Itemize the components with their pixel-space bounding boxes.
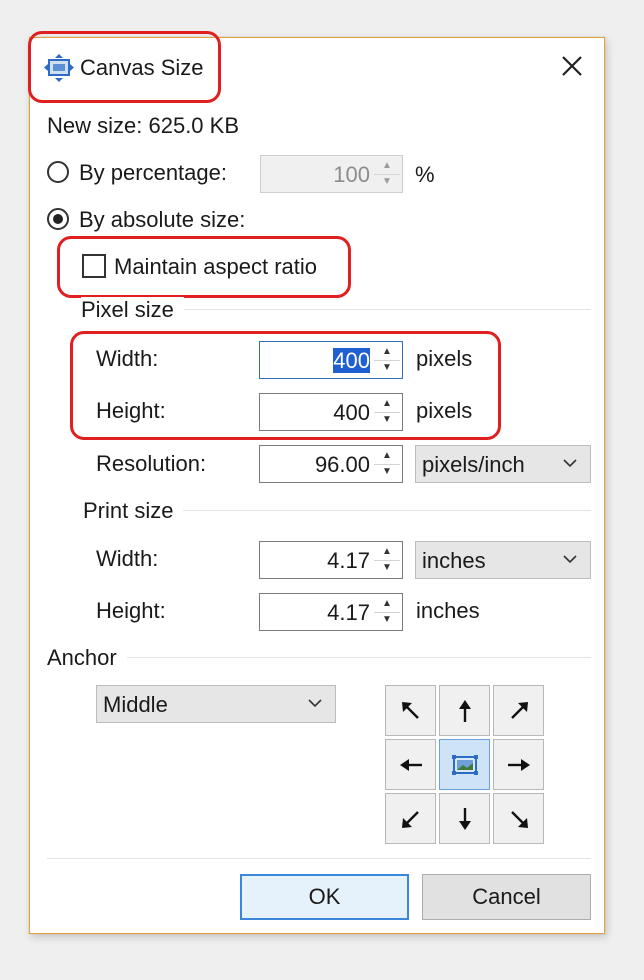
percentage-down-icon: ▼ (382, 176, 392, 187)
anchor-header: Anchor (47, 645, 127, 671)
by-percentage-radio[interactable] (47, 161, 69, 183)
print-height-down-icon[interactable]: ▼ (374, 612, 400, 628)
arrow-down-icon (459, 808, 471, 830)
resolution-down-icon[interactable]: ▼ (374, 464, 400, 480)
cancel-button[interactable]: Cancel (422, 874, 591, 920)
pixel-size-highlight (70, 331, 501, 440)
chevron-down-icon (563, 555, 577, 564)
anchor-middle[interactable] (439, 739, 490, 790)
resolution-label: Resolution: (96, 451, 207, 476)
print-width-label: Width: (96, 546, 159, 571)
resolution-value: 96.00 (314, 452, 370, 477)
new-size-text: New size: 625.0 KB (47, 113, 239, 138)
print-height-value: 4.17 (327, 600, 370, 625)
print-width-up-icon[interactable]: ▲ (374, 544, 400, 561)
print-width-unit-select[interactable]: inches (415, 541, 591, 579)
by-absolute-size-label[interactable]: By absolute size: (79, 207, 245, 233)
print-width-down-icon[interactable]: ▼ (374, 560, 400, 576)
anchor-top-right[interactable] (493, 685, 544, 736)
anchor-right[interactable] (493, 739, 544, 790)
new-size-value: 625.0 KB (148, 113, 239, 138)
anchor-bottom[interactable] (439, 793, 490, 844)
arrow-down-left-icon (402, 811, 419, 828)
arrow-right-icon (508, 759, 530, 771)
anchor-top[interactable] (439, 685, 490, 736)
print-width-input[interactable]: 4.17 ▲ ▼ (259, 541, 403, 579)
percentage-up-icon: ▲ (374, 158, 400, 175)
title-highlight (28, 31, 221, 103)
pixel-size-header: Pixel size (81, 297, 184, 323)
by-absolute-size-radio[interactable] (47, 208, 69, 230)
print-width-value: 4.17 (327, 548, 370, 573)
resolution-up-icon[interactable]: ▲ (374, 448, 400, 465)
footer-rule (47, 858, 591, 859)
arrow-up-icon (459, 700, 471, 722)
arrow-left-icon (400, 759, 422, 771)
chevron-down-icon (563, 459, 577, 468)
arrow-up-left-icon (402, 702, 419, 719)
image-icon (452, 755, 478, 775)
print-height-unit: inches (416, 598, 480, 623)
print-size-header: Print size (83, 498, 184, 524)
anchor-left[interactable] (385, 739, 436, 790)
aspect-ratio-highlight (57, 236, 351, 298)
anchor-select[interactable]: Middle (96, 685, 336, 723)
chevron-down-icon (308, 699, 322, 708)
ok-button[interactable]: OK (240, 874, 409, 920)
anchor-bottom-right[interactable] (493, 793, 544, 844)
by-percentage-label[interactable]: By percentage: (79, 160, 227, 186)
arrow-down-right-icon (511, 811, 528, 828)
resolution-unit-select[interactable]: pixels/inch (415, 445, 591, 483)
anchor-bottom-left[interactable] (385, 793, 436, 844)
percentage-input: 100 ▲ ▼ (260, 155, 403, 193)
print-height-up-icon[interactable]: ▲ (374, 596, 400, 613)
arrow-up-right-icon (511, 702, 528, 719)
resolution-input[interactable]: 96.00 ▲ ▼ (259, 445, 403, 483)
anchor-top-left[interactable] (385, 685, 436, 736)
canvas-size-dialog: Canvas Size New size: 625.0 KB By percen… (28, 31, 605, 934)
close-icon[interactable] (558, 52, 586, 80)
anchor-rule (47, 657, 591, 658)
print-height-label: Height: (96, 598, 166, 623)
percentage-unit: % (415, 162, 435, 187)
print-height-input[interactable]: 4.17 ▲ ▼ (259, 593, 403, 631)
